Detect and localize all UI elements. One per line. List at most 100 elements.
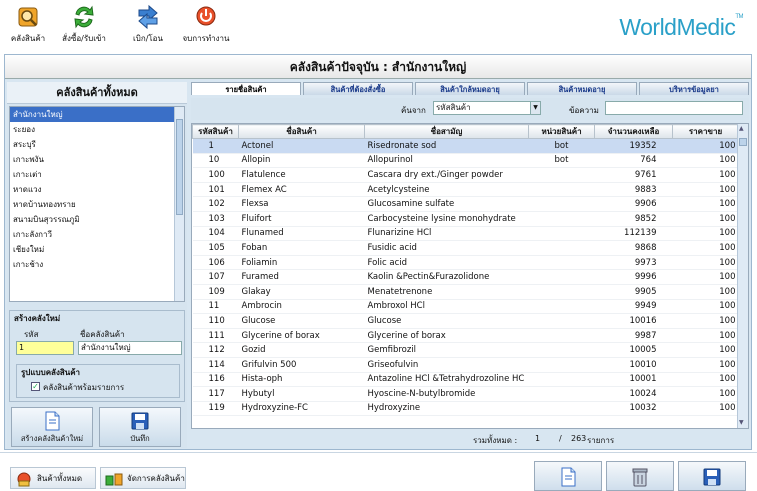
cell-code: 105 bbox=[192, 240, 239, 256]
withdraw-transfer-icon bbox=[138, 4, 158, 30]
tab-reorder[interactable]: สินค้าที่ต้องสั่งซื้อ bbox=[303, 82, 413, 95]
warehouse-list-item[interactable]: หาดแวง bbox=[10, 182, 184, 197]
bottom-tab-all-products[interactable]: สินค้าทั้งหมด bbox=[10, 467, 96, 489]
warehouse-list-item[interactable]: เกาะเต่า bbox=[10, 167, 184, 182]
save-warehouse-button[interactable]: บันทึก bbox=[99, 407, 181, 447]
warehouse-list-item[interactable]: เชียงใหม่ bbox=[10, 242, 184, 257]
save-disk-icon bbox=[131, 412, 149, 430]
cell-name: Flunamed bbox=[238, 226, 365, 242]
table-row[interactable]: 119 Hydroxyzine-FC Hydroxyzine 10032 100 bbox=[192, 401, 739, 417]
table-row[interactable]: 1 Actonel Risedronate sod bot 19352 100 bbox=[192, 138, 739, 154]
cell-name: Hybutyl bbox=[238, 386, 365, 402]
warehouse-list-item[interactable]: เกาะพงัน bbox=[10, 152, 184, 167]
warehouse-list-item[interactable]: เกาะช้าง bbox=[10, 257, 184, 272]
warehouse-name-input[interactable]: สำนักงานใหญ่ bbox=[78, 341, 182, 355]
order-receive-icon bbox=[74, 5, 94, 29]
table-scrollbar[interactable]: ▲ ▼ bbox=[737, 124, 748, 428]
cell-generic: Hydroxyzine bbox=[364, 401, 529, 417]
table-row[interactable]: 10 Allopin Allopurinol bot 764 100 bbox=[192, 153, 739, 169]
table-row[interactable]: 114 Grifulvin 500 Griseofulvin 10010 100 bbox=[192, 357, 739, 373]
toolbar-transfer-button[interactable]: เบิก/โอน bbox=[120, 4, 176, 48]
cell-generic: Menatetrenone bbox=[364, 284, 529, 300]
table-row[interactable]: 109 Glakay Menatetrenone 9905 100 bbox=[192, 284, 739, 300]
header-unit[interactable]: หน่วยสินค้า bbox=[528, 124, 595, 139]
with-items-checkbox[interactable]: ✓ bbox=[31, 382, 40, 391]
search-input[interactable] bbox=[605, 101, 743, 115]
table-row[interactable]: 107 Furamed Kaolin &Pectin&Furazolidone 999… bbox=[192, 269, 739, 285]
toolbar-transfer-label: เบิก/โอน bbox=[133, 34, 163, 43]
tab-expired[interactable]: สินค้าหมดอายุ bbox=[527, 82, 637, 95]
delete-product-button[interactable] bbox=[606, 461, 674, 491]
table-row[interactable]: 100 Flatulence Cascara dry ext./Ginger pow… bbox=[192, 167, 739, 183]
table-row[interactable]: 104 Flunamed Flunarizine HCl 112139 100 bbox=[192, 226, 739, 242]
table-row[interactable]: 116 Hista-oph Antazoline HCl &Tetrahydrozo… bbox=[192, 372, 739, 388]
cell-generic: Risedronate sod bbox=[364, 138, 529, 154]
cell-generic: Fusidic acid bbox=[364, 240, 529, 256]
search-from-label: ค้นจาก bbox=[401, 106, 426, 115]
save-warehouse-label: บันทึก bbox=[130, 434, 150, 443]
scroll-up-icon[interactable]: ▲ bbox=[739, 125, 744, 132]
toolbar-order-button[interactable]: สั่งซื้อ/รับเข้า bbox=[56, 4, 112, 48]
table-row[interactable]: 105 Foban Fusidic acid 9868 100 bbox=[192, 240, 739, 256]
search-field-select[interactable]: รหัสสินค้า ▼ bbox=[433, 101, 541, 115]
cell-generic: Allopurinol bbox=[364, 153, 529, 169]
bottom-tab-manage-warehouse[interactable]: จัดการคลังสินค้า bbox=[100, 467, 186, 489]
manage-warehouse-icon bbox=[105, 473, 123, 486]
warehouse-list-item[interactable]: เกาะลังกาวี bbox=[10, 227, 184, 242]
totals-row: รวมทั้งหมด : 1 / 263 รายการ bbox=[191, 431, 749, 447]
table-row[interactable]: 111 Glycerine of borax Glycerine of borax 9… bbox=[192, 328, 739, 344]
header-quantity[interactable]: จำนวนคงเหลือ bbox=[594, 124, 673, 139]
table-row[interactable]: 117 Hybutyl Hyoscine-N-butylbromide 10024 10… bbox=[192, 386, 739, 402]
cell-generic: Carbocysteine lysine monohydrate bbox=[364, 211, 529, 227]
totals-count: 263 bbox=[571, 434, 587, 443]
tab-product-list[interactable]: รายชื่อสินค้า bbox=[191, 82, 301, 95]
cell-name: Fluifort bbox=[238, 211, 365, 227]
header-name[interactable]: ชื่อสินค้า bbox=[238, 124, 365, 139]
table-row[interactable]: 11 Ambrocin Ambroxol HCl 9949 100 bbox=[192, 299, 739, 315]
table-row[interactable]: 101 Flemex AC Acetylcysteine 9883 100 bbox=[192, 182, 739, 198]
cell-name: Furamed bbox=[238, 269, 365, 285]
warehouse-list-item[interactable]: สำนักงานใหญ่ bbox=[10, 107, 184, 122]
cell-code: 11 bbox=[192, 299, 239, 315]
power-icon bbox=[196, 6, 216, 26]
chevron-down-icon[interactable]: ▼ bbox=[530, 102, 540, 114]
save-product-button[interactable] bbox=[678, 461, 746, 491]
bottom-bar: สินค้าทั้งหมด จัดการคลังสินค้า bbox=[0, 452, 757, 491]
table-row[interactable]: 102 Flexsa Glucosamine sulfate 9906 100 bbox=[192, 196, 739, 212]
header-price[interactable]: ราคาขาย bbox=[672, 124, 739, 139]
cell-quantity: 9973 bbox=[594, 255, 673, 271]
new-product-button[interactable] bbox=[534, 461, 602, 491]
cell-quantity: 9906 bbox=[594, 196, 673, 212]
cell-price: 100 bbox=[672, 313, 739, 329]
cell-code: 100 bbox=[192, 167, 239, 183]
cell-generic: Antazoline HCl &Tetrahydrozoline HC bbox=[364, 372, 529, 388]
table-row[interactable]: 112 Gozid Gemfibrozil 10005 100 bbox=[192, 342, 739, 358]
warehouse-list-item[interactable]: หาดบ้านทองทราย bbox=[10, 197, 184, 212]
worldmedic-logo: WorldMedicTM bbox=[619, 14, 743, 40]
warehouse-code-input[interactable]: 1 bbox=[16, 341, 74, 355]
toolbar-exit-button[interactable]: จบการทำงาน bbox=[178, 4, 234, 48]
tab-drug-data[interactable]: บริหารข้อมูลยา bbox=[639, 82, 749, 95]
create-warehouse-button[interactable]: สร้างคลังสินค้าใหม่ bbox=[11, 407, 93, 447]
cell-unit bbox=[528, 284, 595, 300]
warehouse-list-scrollbar[interactable] bbox=[174, 107, 184, 301]
cell-code: 112 bbox=[192, 342, 239, 358]
warehouse-list-item[interactable]: สนามบินสุวรรณภูมิ bbox=[10, 212, 184, 227]
cell-quantity: 9996 bbox=[594, 269, 673, 285]
cell-quantity: 764 bbox=[594, 153, 673, 169]
warehouse-list-item[interactable]: ระยอง bbox=[10, 122, 184, 137]
warehouse-list[interactable]: สำนักงานใหญ่ ระยอง สระบุรี เกาะพงัน เกาะเต่า… bbox=[9, 106, 185, 302]
warehouse-format-group: รูปแบบคลังสินค้า ✓ คลังสินค้าพร้อมรายการ bbox=[16, 364, 180, 398]
header-generic[interactable]: ชื่อสามัญ bbox=[364, 124, 529, 139]
cell-generic: Glucosamine sulfate bbox=[364, 196, 529, 212]
scroll-down-icon[interactable]: ▼ bbox=[739, 419, 744, 426]
cell-generic: Hyoscine-N-butylbromide bbox=[364, 386, 529, 402]
table-row[interactable]: 106 Foliamin Folic acid 9973 100 bbox=[192, 255, 739, 271]
toolbar-warehouse-button[interactable]: คลังสินค้า bbox=[0, 4, 56, 48]
cell-code: 111 bbox=[192, 328, 239, 344]
table-row[interactable]: 110 Glucose Glucose 10016 100 bbox=[192, 313, 739, 329]
tab-near-expiry[interactable]: สินค้าใกล้หมดอายุ bbox=[415, 82, 525, 95]
table-row[interactable]: 103 Fluifort Carbocysteine lysine monohydr… bbox=[192, 211, 739, 227]
header-code[interactable]: รหัสสินค้า bbox=[192, 124, 239, 139]
warehouse-list-item[interactable]: สระบุรี bbox=[10, 137, 184, 152]
